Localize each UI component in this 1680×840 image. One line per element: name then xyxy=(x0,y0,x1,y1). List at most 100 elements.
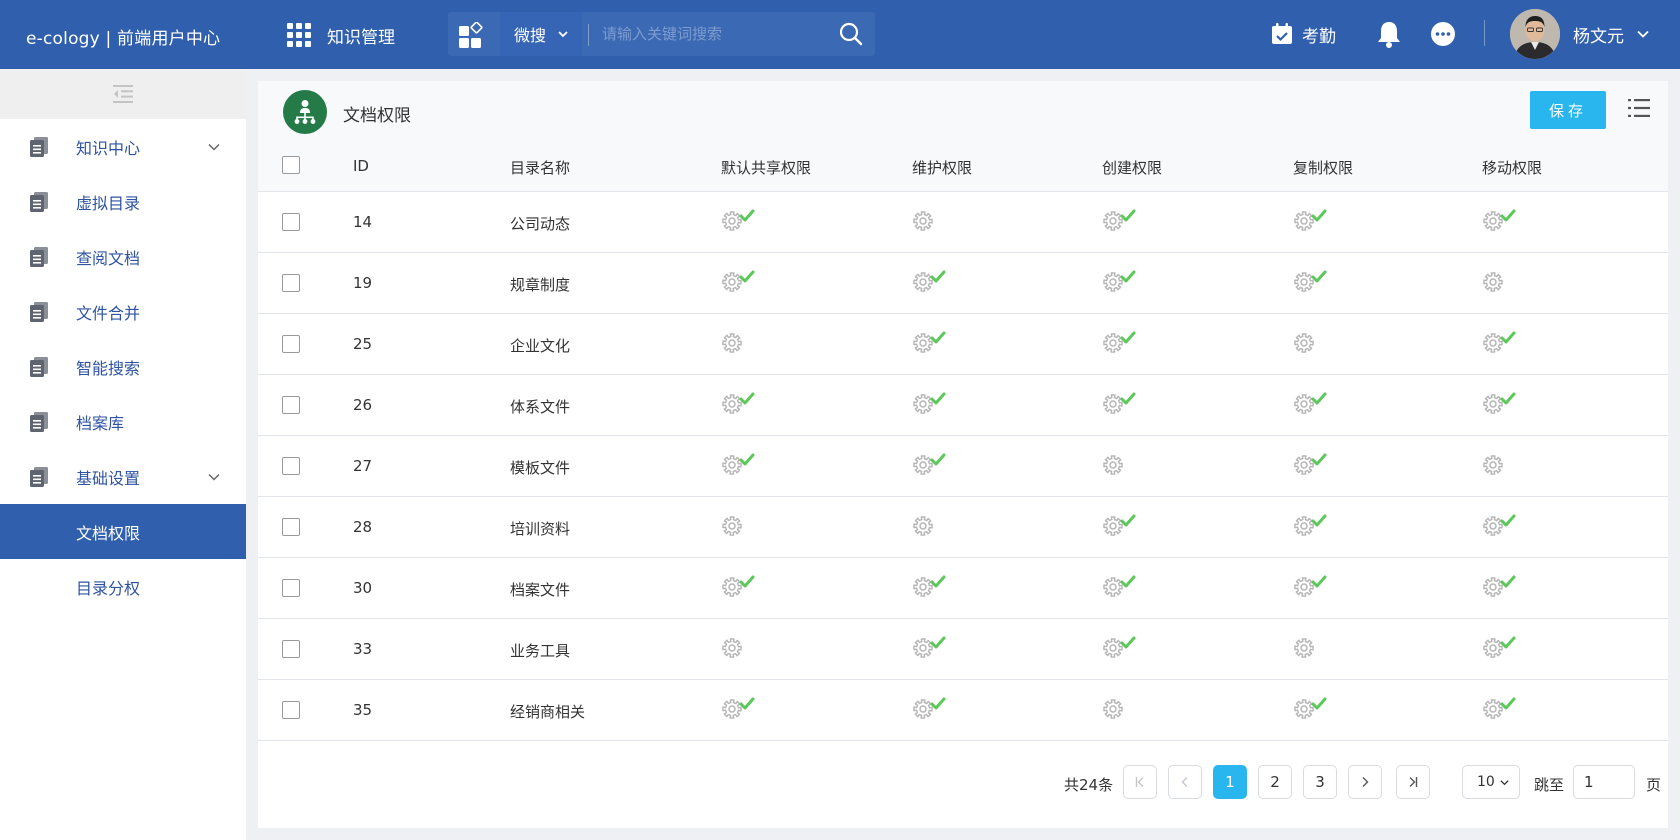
bell-icon[interactable] xyxy=(1376,20,1402,48)
permission-granted-icon[interactable] xyxy=(1102,392,1142,418)
permission-granted-icon[interactable] xyxy=(1293,270,1333,296)
permission-granted-icon[interactable] xyxy=(721,209,761,235)
permission-settings-icon[interactable] xyxy=(1293,636,1333,662)
app-grid-icon[interactable] xyxy=(287,23,311,47)
last-page-button[interactable] xyxy=(1396,765,1430,799)
page-button-1[interactable]: 1 xyxy=(1213,765,1247,799)
module-switcher[interactable]: 知识管理 xyxy=(287,20,395,50)
list-menu-icon[interactable] xyxy=(1628,98,1650,118)
user-menu[interactable]: 杨文元 xyxy=(1573,22,1650,47)
attendance-link[interactable]: 考勤 xyxy=(1270,20,1336,48)
attendance-label: 考勤 xyxy=(1302,26,1336,47)
column-header-create[interactable]: 创建权限 xyxy=(1102,157,1162,178)
permission-granted-icon[interactable] xyxy=(721,270,761,296)
permission-settings-icon[interactable] xyxy=(721,331,761,357)
permission-granted-icon[interactable] xyxy=(1293,575,1333,601)
permission-granted-icon[interactable] xyxy=(1102,209,1142,235)
sidebar-item-knowledge-center[interactable]: 知识中心 xyxy=(0,119,246,174)
column-header-default-share[interactable]: 默认共享权限 xyxy=(721,157,811,178)
next-page-button[interactable] xyxy=(1348,765,1382,799)
jump-page-input[interactable] xyxy=(1573,765,1635,799)
permission-granted-icon[interactable] xyxy=(1102,636,1142,662)
permission-settings-icon[interactable] xyxy=(912,209,952,235)
row-checkbox[interactable] xyxy=(282,335,300,353)
permission-granted-icon[interactable] xyxy=(721,575,761,601)
sidebar-item-file-merge[interactable]: 文件合并 xyxy=(0,284,246,339)
permission-settings-icon[interactable] xyxy=(1102,453,1142,479)
permission-granted-icon[interactable] xyxy=(1102,575,1142,601)
permission-settings-icon[interactable] xyxy=(1482,453,1522,479)
permission-settings-icon[interactable] xyxy=(1102,697,1142,723)
sidebar-item-directory-delegation[interactable]: 目录分权 xyxy=(0,559,246,614)
permission-granted-icon[interactable] xyxy=(912,331,952,357)
permission-granted-icon[interactable] xyxy=(912,453,952,479)
permission-settings-icon[interactable] xyxy=(912,514,952,540)
sidebar-item-basic-settings[interactable]: 基础设置 xyxy=(0,449,246,504)
permission-granted-icon[interactable] xyxy=(721,453,761,479)
permission-granted-icon[interactable] xyxy=(912,392,952,418)
row-checkbox[interactable] xyxy=(282,518,300,536)
row-checkbox[interactable] xyxy=(282,579,300,597)
permission-granted-icon[interactable] xyxy=(1482,514,1522,540)
permission-granted-icon[interactable] xyxy=(1293,392,1333,418)
search-scope-select[interactable]: 微搜 xyxy=(500,12,582,56)
row-checkbox[interactable] xyxy=(282,213,300,231)
document-icon xyxy=(30,467,48,487)
module-title[interactable]: 知识管理 xyxy=(327,23,395,48)
permission-granted-icon[interactable] xyxy=(1293,209,1333,235)
permission-granted-icon[interactable] xyxy=(912,270,952,296)
permission-granted-icon[interactable] xyxy=(1293,697,1333,723)
permission-granted-icon[interactable] xyxy=(1482,209,1522,235)
select-all-checkbox[interactable] xyxy=(282,156,300,174)
permission-granted-icon[interactable] xyxy=(912,636,952,662)
search-icon[interactable] xyxy=(839,22,863,46)
column-header-name[interactable]: 目录名称 xyxy=(510,157,570,178)
permission-granted-icon[interactable] xyxy=(1482,636,1522,662)
row-checkbox[interactable] xyxy=(282,640,300,658)
column-header-maintain[interactable]: 维护权限 xyxy=(912,157,972,178)
permission-settings-icon[interactable] xyxy=(721,636,761,662)
row-checkbox[interactable] xyxy=(282,457,300,475)
sidebar-collapse-toggle[interactable] xyxy=(0,69,246,119)
permission-granted-icon[interactable] xyxy=(912,575,952,601)
column-header-id[interactable]: ID xyxy=(353,157,369,175)
sidebar-item-document-permissions[interactable]: 文档权限 xyxy=(0,504,246,559)
chevron-down-icon xyxy=(208,143,220,151)
sidebar-item-archive[interactable]: 档案库 xyxy=(0,394,246,449)
sidebar-item-virtual-directory[interactable]: 虚拟目录 xyxy=(0,174,246,229)
permission-settings-icon[interactable] xyxy=(1293,331,1333,357)
permission-granted-icon[interactable] xyxy=(1293,514,1333,540)
permission-settings-icon[interactable] xyxy=(721,514,761,540)
cell-id: 30 xyxy=(353,579,373,597)
permission-granted-icon[interactable] xyxy=(1482,697,1522,723)
page-size-select[interactable]: 10 xyxy=(1462,765,1520,799)
sidebar-item-smart-search[interactable]: 智能搜索 xyxy=(0,339,246,394)
permission-granted-icon[interactable] xyxy=(1482,331,1522,357)
first-page-button[interactable] xyxy=(1123,765,1157,799)
permission-granted-icon[interactable] xyxy=(721,697,761,723)
prev-page-button[interactable] xyxy=(1168,765,1202,799)
page-button-2[interactable]: 2 xyxy=(1258,765,1292,799)
widgets-icon[interactable] xyxy=(458,22,484,48)
permission-granted-icon[interactable] xyxy=(721,392,761,418)
more-icon[interactable] xyxy=(1431,22,1455,46)
cell-id: 28 xyxy=(353,518,373,536)
sidebar-item-view-documents[interactable]: 查阅文档 xyxy=(0,229,246,284)
row-checkbox[interactable] xyxy=(282,701,300,719)
search-input[interactable] xyxy=(602,20,822,48)
save-button[interactable]: 保存 xyxy=(1530,91,1606,129)
permission-granted-icon[interactable] xyxy=(1482,575,1522,601)
page-button-3[interactable]: 3 xyxy=(1303,765,1337,799)
permission-granted-icon[interactable] xyxy=(1293,453,1333,479)
column-header-copy[interactable]: 复制权限 xyxy=(1293,157,1353,178)
permission-granted-icon[interactable] xyxy=(1102,514,1142,540)
avatar[interactable] xyxy=(1510,9,1560,59)
row-checkbox[interactable] xyxy=(282,274,300,292)
row-checkbox[interactable] xyxy=(282,396,300,414)
column-header-move[interactable]: 移动权限 xyxy=(1482,157,1542,178)
permission-granted-icon[interactable] xyxy=(1482,392,1522,418)
permission-granted-icon[interactable] xyxy=(912,697,952,723)
permission-granted-icon[interactable] xyxy=(1102,270,1142,296)
permission-granted-icon[interactable] xyxy=(1102,331,1142,357)
permission-settings-icon[interactable] xyxy=(1482,270,1522,296)
